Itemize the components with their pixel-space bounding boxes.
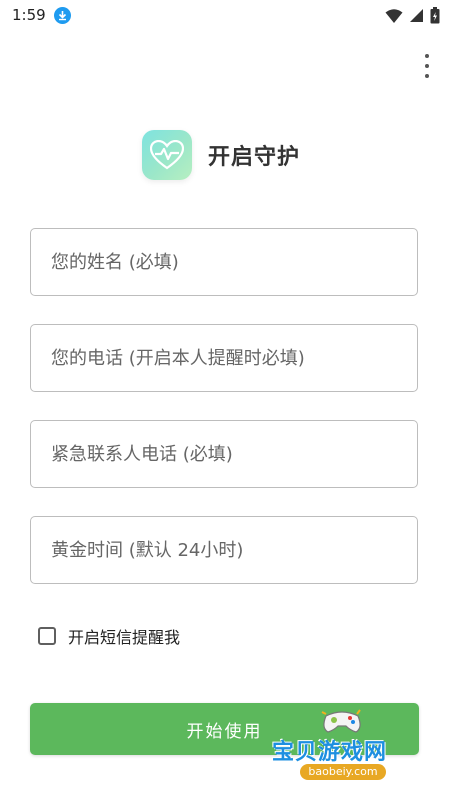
overflow-menu-icon[interactable] (422, 54, 432, 78)
heart-pulse-icon (142, 130, 192, 180)
emergency-contact-input[interactable] (30, 420, 418, 488)
name-input[interactable] (30, 228, 418, 296)
download-icon (54, 7, 71, 24)
golden-time-input[interactable] (30, 516, 418, 584)
watermark-site: baobeiy.com (300, 764, 386, 780)
sms-reminder-checkbox[interactable] (38, 627, 56, 645)
game-controller-icon (321, 709, 361, 733)
sms-reminder-label: 开启短信提醒我 (68, 628, 181, 647)
status-time: 1:59 (12, 6, 46, 24)
signal-icon (409, 8, 424, 27)
battery-icon (430, 7, 440, 28)
status-bar: 1:59 (0, 0, 450, 32)
app-header: 开启守护 (142, 130, 300, 180)
watermark-text: 宝贝游戏网 (272, 740, 388, 765)
status-icons (385, 7, 440, 28)
watermark: 宝贝游戏网 baobeiy.com (272, 706, 422, 796)
app-title: 开启守护 (208, 145, 301, 170)
phone-input[interactable] (30, 324, 418, 392)
sms-reminder-option[interactable]: 开启短信提醒我 (38, 624, 180, 648)
wifi-icon (385, 8, 403, 28)
